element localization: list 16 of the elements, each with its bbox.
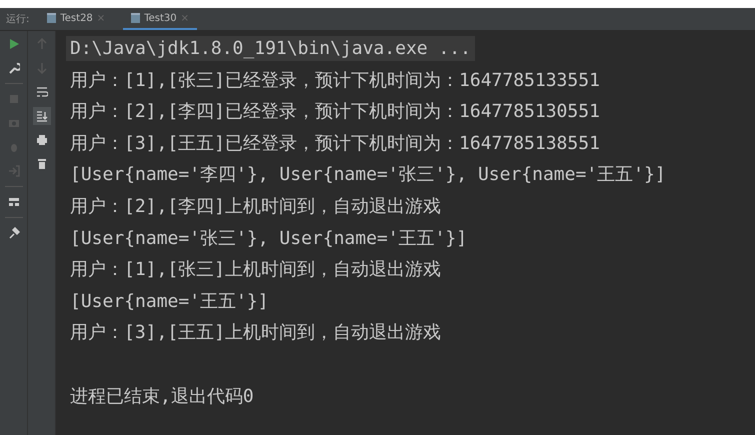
console-output-line: 用户：[3],[王五]已经登录，预计下机时间为：1647785138551	[70, 132, 600, 154]
scroll-to-end-icon[interactable]	[32, 107, 50, 125]
exit-message: 进程已结束,退出代码0	[70, 386, 254, 407]
console-output-line: [User{name='王五'}]	[70, 290, 269, 312]
java-command: D:\Java\jdk1.8.0_191\bin\java.exe ...	[66, 36, 475, 61]
console-output-line: [User{name='张三'}, User{name='王五'}]	[70, 228, 468, 249]
console-output-line: 用户：[1],[张三]已经登录，预计下机时间为：1647785133551	[70, 70, 600, 91]
console-output-line: 用户：[1],[张三]上机时间到，自动退出游戏	[70, 259, 442, 280]
console-output-line: 用户：[2],[李四]已经登录，预计下机时间为：1647785130551	[70, 101, 600, 122]
console-output-line: 用户：[3],[王五]上机时间到，自动退出游戏	[70, 322, 442, 344]
run-panel-label: 运行:	[6, 12, 30, 26]
console-output-line: 用户：[2],[李四]上机时间到，自动退出游戏	[70, 196, 442, 217]
console-icon	[131, 13, 140, 23]
run-tab[interactable]: Test28 ×	[39, 8, 114, 30]
console-icon	[47, 13, 56, 23]
console-output-line: [User{name='李四'}, User{name='张三'}, User{name='王五'}]	[70, 164, 666, 186]
